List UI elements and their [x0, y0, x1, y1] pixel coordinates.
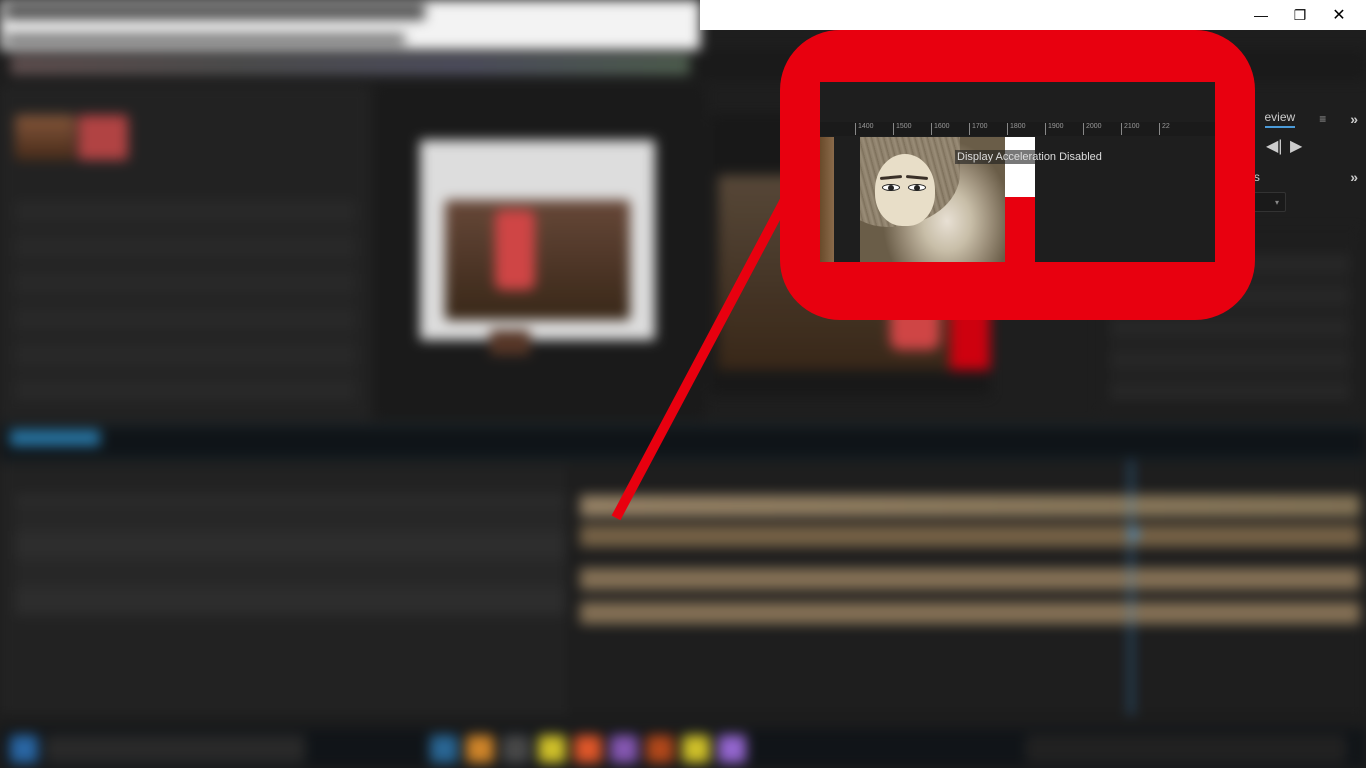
- canvas-photo-edge: [820, 137, 834, 262]
- tab-preview[interactable]: eview: [1265, 110, 1296, 128]
- window-controls: — ❐ ✕: [1254, 0, 1366, 30]
- canvas-white-block: [1005, 137, 1035, 197]
- panel-menu-icon[interactable]: ≡: [1313, 112, 1332, 126]
- minimize-button[interactable]: —: [1254, 8, 1268, 22]
- canvas-red-block: [1005, 197, 1035, 262]
- callout-viewport: 1400 1500 1600 1700 1800 1900 2000 2100 …: [820, 82, 1215, 262]
- panel-expand-icon[interactable]: »: [1350, 111, 1356, 127]
- search-dropdown-icon[interactable]: ▾: [1275, 198, 1279, 207]
- playback-prev-button[interactable]: ◀|: [1266, 136, 1282, 150]
- display-acceleration-tooltip: Display Acceleration Disabled: [955, 150, 1104, 164]
- canvas-eye-right: [908, 184, 926, 191]
- effects-expand-icon[interactable]: »: [1350, 169, 1356, 185]
- close-button[interactable]: ✕: [1332, 8, 1346, 22]
- canvas-eye-left: [882, 184, 900, 191]
- ruler: 1400 1500 1600 1700 1800 1900 2000 2100 …: [820, 122, 1215, 136]
- maximize-button[interactable]: ❐: [1293, 8, 1307, 22]
- annotation-callout: 1400 1500 1600 1700 1800 1900 2000 2100 …: [780, 30, 1255, 320]
- playback-play-button[interactable]: ▶: [1290, 136, 1306, 150]
